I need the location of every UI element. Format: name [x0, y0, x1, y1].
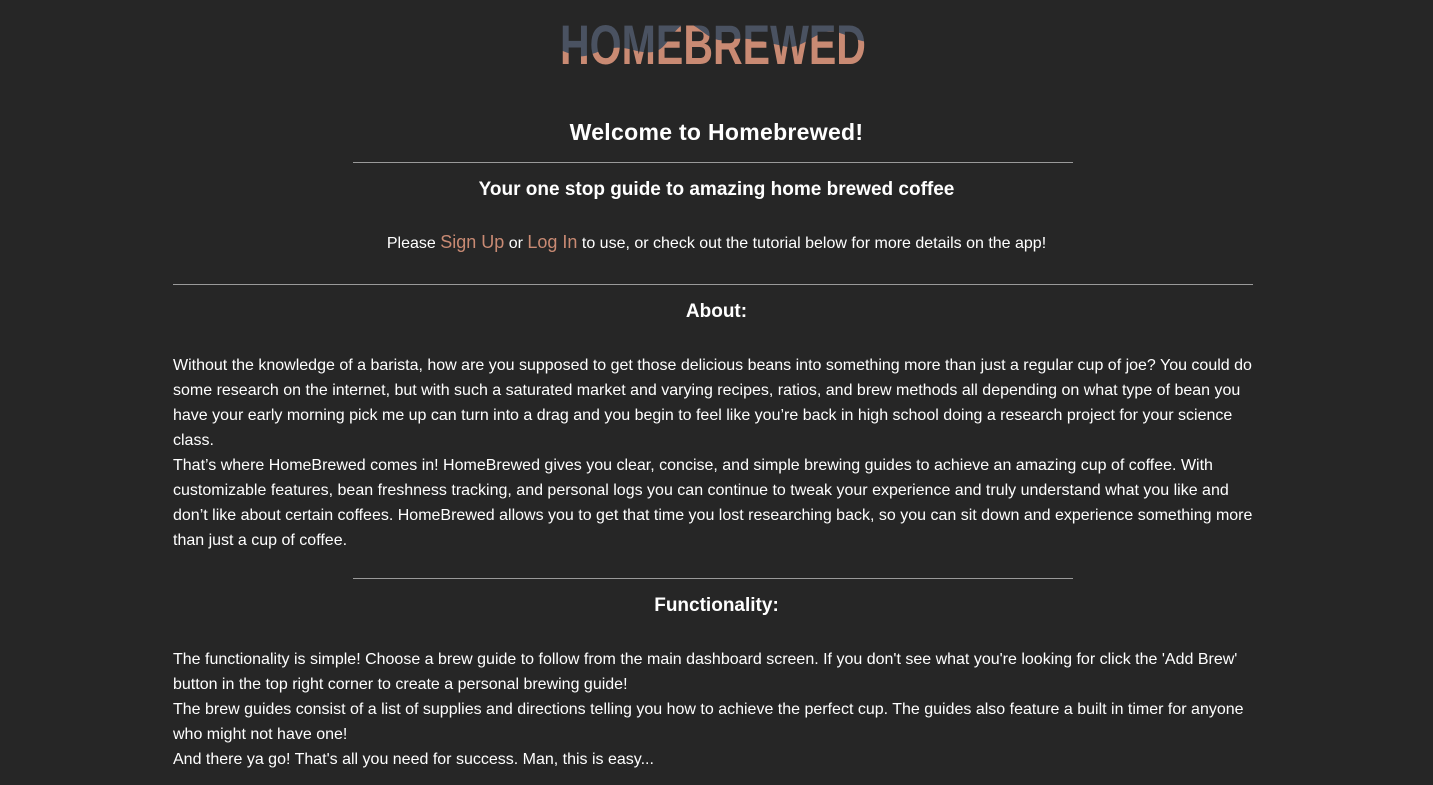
landing-page: HOMEBREWED Welcome to Homebrewed! Your o…: [0, 0, 1433, 785]
about-paragraph: Without the knowledge of a barista, how …: [173, 357, 1252, 449]
divider: [353, 162, 1073, 163]
auth-prompt-or: or: [504, 235, 528, 252]
functionality-section: The functionality is simple! Choose a br…: [173, 647, 1255, 772]
functionality-paragraph: The functionality is simple! Choose a br…: [173, 651, 1238, 693]
auth-prompt-prefix: Please: [386, 235, 441, 252]
log-in-link[interactable]: Log In: [527, 232, 577, 252]
functionality-paragraph: And there ya go! That's all you need for…: [173, 751, 654, 768]
divider: [173, 284, 1253, 285]
sign-up-link[interactable]: Sign Up: [440, 232, 504, 252]
tagline: Your one stop guide to amazing home brew…: [478, 179, 955, 200]
about-paragraph: That’s where HomeBrewed comes in! HomeBr…: [173, 457, 1253, 549]
about-section: Without the knowledge of a barista, how …: [173, 353, 1255, 553]
about-heading: About:: [685, 301, 748, 322]
functionality-heading: Functionality:: [654, 595, 779, 616]
welcome-heading: Welcome to Homebrewed!: [569, 119, 864, 145]
auth-prompt-suffix: to use, or check out the tutorial below …: [577, 235, 1047, 252]
homebrewed-logo: HOMEBREWED: [558, 16, 868, 68]
auth-prompt: Please Sign Up or Log In to use, or chec…: [0, 232, 1433, 253]
functionality-paragraph: The brew guides consist of a list of sup…: [173, 701, 1244, 743]
divider: [353, 578, 1073, 579]
